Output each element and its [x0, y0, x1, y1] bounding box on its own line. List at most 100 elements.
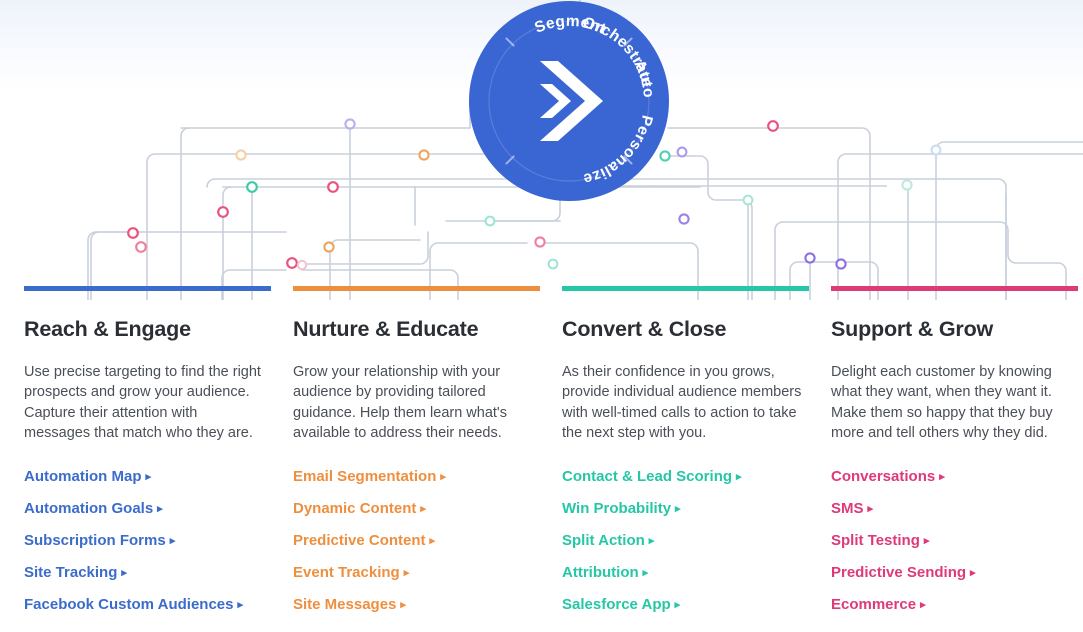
list-item: Automation Map ▸ — [24, 466, 271, 488]
feature-link[interactable]: Attribution ▸ — [562, 562, 648, 584]
feature-link-label: Split Testing — [831, 531, 920, 549]
feature-link[interactable]: Site Messages ▸ — [293, 594, 406, 616]
column-title: Nurture & Educate — [293, 317, 479, 341]
accent-bar — [24, 286, 271, 291]
feature-link-label: SMS — [831, 499, 864, 517]
chevron-right-icon: ▸ — [420, 502, 426, 515]
feature-link[interactable]: Event Tracking ▸ — [293, 562, 409, 584]
feature-link-label: Predictive Content — [293, 531, 426, 549]
feature-link-label: Salesforce App — [562, 595, 671, 613]
column-support-grow: Support & Grow Delight each customer by … — [831, 286, 1083, 632]
chevron-right-icon: ▸ — [157, 502, 163, 515]
feature-link[interactable]: Site Tracking ▸ — [24, 562, 127, 584]
list-item: Facebook Custom Audiences ▸ — [24, 594, 271, 616]
column-links: Conversations ▸ SMS ▸ Split Testing ▸ Predicti… — [831, 466, 1083, 616]
chevron-right-icon: ▸ — [674, 598, 681, 611]
feature-link[interactable]: Split Action ▸ — [562, 530, 654, 552]
chevron-right-icon: ▸ — [648, 534, 655, 547]
column-title: Support & Grow — [831, 317, 994, 341]
chevron-right-icon: ▸ — [642, 566, 649, 579]
feature-link[interactable]: Contact & Lead Scoring ▸ — [562, 466, 742, 488]
feature-link[interactable]: Dynamic Content ▸ — [293, 498, 426, 520]
feature-link-label: Event Tracking — [293, 563, 400, 581]
list-item: Email Segmentation ▸ — [293, 466, 540, 488]
list-item: Event Tracking ▸ — [293, 562, 540, 584]
feature-link-label: Predictive Sending — [831, 563, 967, 581]
column-title: Reach & Engage — [24, 317, 191, 341]
list-item: Salesforce App ▸ — [562, 594, 809, 616]
feature-link-label: Site Messages — [293, 595, 397, 613]
feature-link[interactable]: Conversations ▸ — [831, 466, 945, 488]
chevron-right-icon: ▸ — [429, 534, 436, 547]
chevron-right-icon: ▸ — [939, 470, 945, 483]
feature-link-label: Ecommerce — [831, 595, 917, 613]
feature-link-label: Win Probability — [562, 499, 672, 517]
column-description: Use precise targeting to find the right … — [24, 363, 261, 442]
accent-bar — [831, 286, 1078, 291]
list-item: Predictive Sending ▸ — [831, 562, 1083, 584]
feature-link[interactable]: Ecommerce ▸ — [831, 594, 926, 616]
feature-link-label: Conversations — [831, 467, 936, 485]
list-item: Conversations ▸ — [831, 466, 1083, 488]
chevron-right-icon: ▸ — [403, 566, 410, 579]
feature-link-label: Dynamic Content — [293, 499, 417, 517]
column-links: Automation Map ▸ Automation Goals ▸ Subscrip… — [24, 466, 271, 616]
list-item: Attribution ▸ — [562, 562, 809, 584]
column-description: As their confidence in you grows, provid… — [562, 363, 802, 442]
feature-link[interactable]: Subscription Forms ▸ — [24, 530, 175, 552]
feature-link-label: Email Segmentation — [293, 467, 437, 485]
feature-link[interactable]: SMS ▸ — [831, 498, 873, 520]
list-item: Site Messages ▸ — [293, 594, 540, 616]
list-item: Contact & Lead Scoring ▸ — [562, 466, 809, 488]
feature-link-label: Site Tracking — [24, 563, 118, 581]
chevron-right-icon: ▸ — [440, 470, 446, 483]
list-item: Predictive Content ▸ — [293, 530, 540, 552]
chevron-right-icon: ▸ — [121, 566, 127, 579]
chevron-right-icon: ▸ — [920, 598, 926, 611]
feature-link[interactable]: Facebook Custom Audiences ▸ — [24, 594, 243, 616]
column-description: Grow your relationship with your audienc… — [293, 363, 507, 442]
feature-link-label: Automation Map — [24, 467, 142, 485]
list-item: Split Action ▸ — [562, 530, 809, 552]
feature-link[interactable]: Predictive Content ▸ — [293, 530, 435, 552]
feature-link-label: Split Action — [562, 531, 645, 549]
column-description: Delight each customer by knowing what th… — [831, 363, 1053, 442]
feature-link-label: Attribution — [562, 563, 639, 581]
feature-link-label: Automation Goals — [24, 499, 154, 517]
feature-link[interactable]: Salesforce App ▸ — [562, 594, 680, 616]
column-convert-close: Convert & Close As their confidence in y… — [562, 286, 831, 632]
feature-link[interactable]: Win Probability ▸ — [562, 498, 681, 520]
feature-link[interactable]: Email Segmentation ▸ — [293, 466, 446, 488]
chevron-right-icon: ▸ — [867, 502, 874, 515]
list-item: Subscription Forms ▸ — [24, 530, 271, 552]
list-item: SMS ▸ — [831, 498, 1083, 520]
lifecycle-columns: Reach & Engage Use precise targeting to … — [0, 286, 1083, 632]
chevron-right-icon: ▸ — [237, 598, 244, 611]
brand-hub-logo: Orchestrate Automate Personalize Segment — [466, 0, 669, 201]
list-item: Site Tracking ▸ — [24, 562, 271, 584]
feature-link[interactable]: Predictive Sending ▸ — [831, 562, 976, 584]
feature-link[interactable]: Automation Goals ▸ — [24, 498, 163, 520]
column-nurture-educate: Nurture & Educate Grow your relationship… — [293, 286, 562, 632]
accent-bar — [293, 286, 540, 291]
list-item: Win Probability ▸ — [562, 498, 809, 520]
feature-link[interactable]: Split Testing ▸ — [831, 530, 929, 552]
chevron-right-icon: ▸ — [923, 534, 930, 547]
chevron-right-icon: ▸ — [400, 598, 406, 611]
list-item: Dynamic Content ▸ — [293, 498, 540, 520]
chevron-right-icon: ▸ — [145, 470, 152, 483]
accent-bar — [562, 286, 809, 291]
chevron-right-icon: ▸ — [169, 534, 176, 547]
list-item: Automation Goals ▸ — [24, 498, 271, 520]
chevron-right-icon: ▸ — [675, 502, 681, 515]
column-links: Contact & Lead Scoring ▸ Win Probability ▸ S… — [562, 466, 809, 616]
feature-link-label: Facebook Custom Audiences — [24, 595, 234, 613]
feature-link-label: Subscription Forms — [24, 531, 166, 549]
feature-link[interactable]: Automation Map ▸ — [24, 466, 151, 488]
feature-link-label: Contact & Lead Scoring — [562, 467, 733, 485]
list-item: Split Testing ▸ — [831, 530, 1083, 552]
chevron-right-icon: ▸ — [736, 470, 742, 483]
column-links: Email Segmentation ▸ Dynamic Content ▸ Predi… — [293, 466, 540, 616]
column-reach-engage: Reach & Engage Use precise targeting to … — [0, 286, 293, 632]
column-title: Convert & Close — [562, 317, 727, 341]
